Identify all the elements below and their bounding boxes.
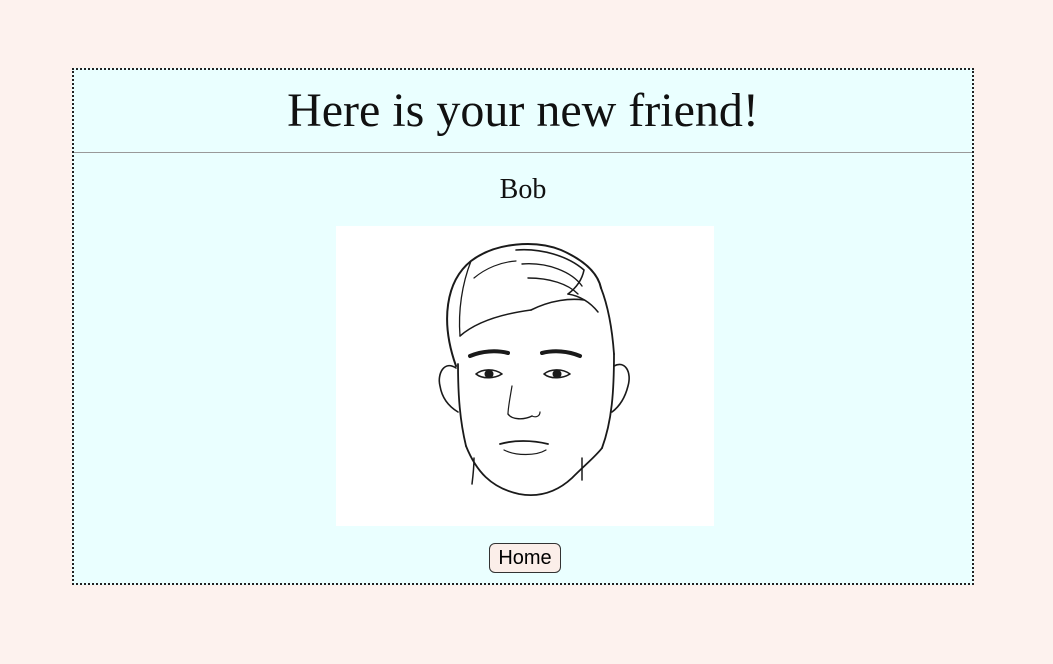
page-heading: Here is your new friend! — [287, 84, 759, 137]
friend-card: Here is your new friend! Bob Home — [72, 68, 974, 585]
home-button[interactable]: Home — [489, 543, 561, 573]
heading-divider — [74, 152, 972, 153]
friend-portrait-image — [336, 226, 714, 526]
friend-name: Bob — [499, 174, 547, 205]
